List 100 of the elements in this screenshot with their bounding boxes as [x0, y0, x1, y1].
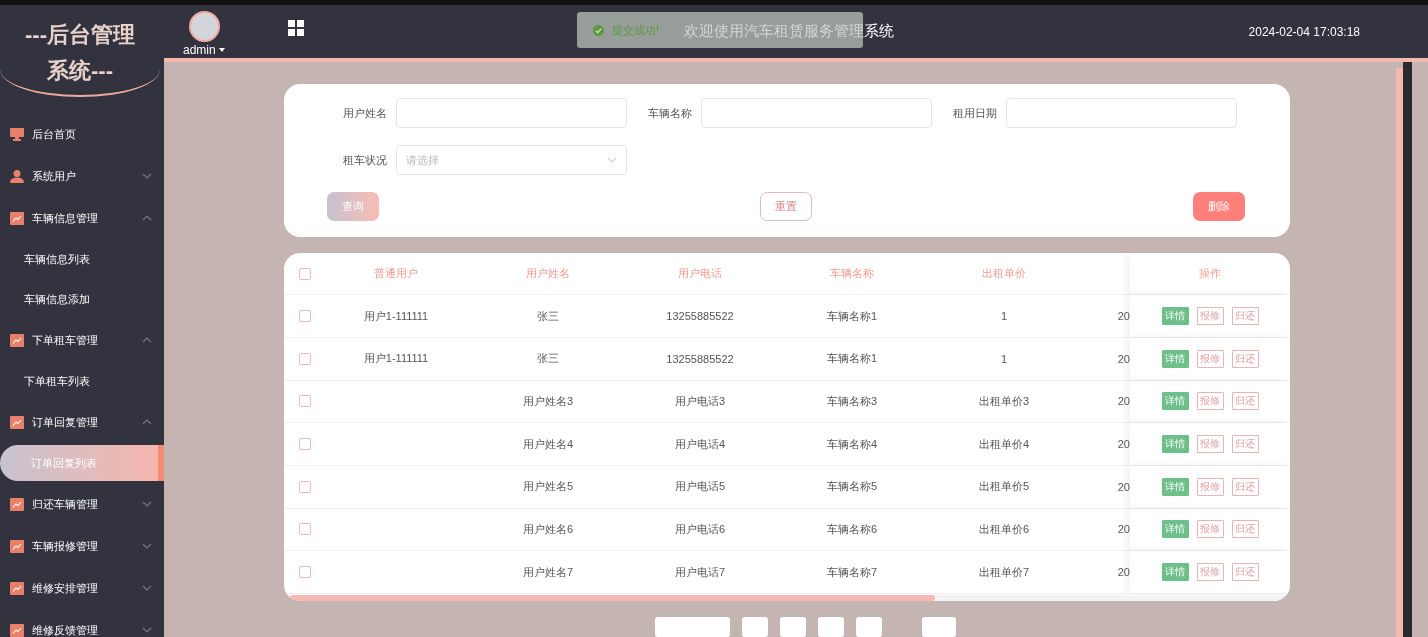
checkbox[interactable] [299, 352, 311, 365]
details-button[interactable]: 详情 [1161, 477, 1189, 496]
table-cell: 13255885522 [666, 352, 734, 365]
chart-icon [10, 581, 24, 595]
chevron-down-icon [607, 157, 617, 163]
checkbox[interactable] [299, 395, 311, 408]
table-cell: 20 [1117, 352, 1130, 365]
input-field[interactable] [701, 98, 932, 128]
table-cell: 20 [1117, 438, 1130, 451]
return-button[interactable]: 归还 [1231, 392, 1259, 411]
table-cell: 用户姓名6 [522, 523, 574, 535]
page-size-select[interactable] [655, 617, 730, 637]
sidebar-subitem[interactable]: 车辆信息列表 [0, 239, 164, 279]
field-label: 用户姓名 [342, 105, 387, 121]
table-cell: 20 [1117, 310, 1130, 323]
sidebar-subitem[interactable]: 订单回复列表 [0, 445, 164, 481]
sidebar-subitem[interactable]: 下单租车列表 [0, 361, 164, 401]
return-button[interactable]: 归还 [1231, 349, 1259, 368]
input-field[interactable] [396, 98, 627, 128]
table-cell: 20 [1117, 395, 1130, 408]
repair-button[interactable]: 报修 [1196, 349, 1224, 368]
details-button[interactable]: 详情 [1161, 435, 1189, 454]
sidebar-item[interactable]: 归还车辆管理 [0, 483, 164, 525]
checkbox[interactable] [299, 310, 311, 323]
repair-button[interactable]: 报修 [1196, 520, 1224, 539]
return-button[interactable]: 归还 [1231, 307, 1259, 326]
table-cell: 车辆名称3 [826, 394, 878, 407]
input-field[interactable] [1006, 98, 1237, 128]
sidebar-item[interactable]: 后台首页 [0, 113, 164, 155]
table-cell: 车辆名称4 [826, 437, 878, 450]
table-cell: 用户1-111111 [363, 352, 429, 365]
grid-icon[interactable] [288, 19, 304, 36]
page-button[interactable] [818, 617, 844, 637]
caret-icon [219, 48, 225, 53]
table-cell: 用户电话3 [674, 394, 726, 407]
repair-button[interactable]: 报修 [1196, 563, 1224, 582]
return-button[interactable]: 归还 [1231, 477, 1259, 496]
user-menu[interactable]: admin [183, 42, 225, 57]
table-cell: 20 [1117, 523, 1130, 536]
monitor-icon [10, 127, 24, 141]
table-cell: 车辆名称1 [826, 352, 878, 365]
column-header: 用户电话 [677, 266, 723, 282]
scrollbar-thumb[interactable] [1396, 68, 1403, 637]
table-cell: 出租单价5 [978, 480, 1030, 493]
checkbox[interactable] [299, 267, 311, 280]
select-field[interactable]: 请选择 [396, 145, 627, 175]
checkbox[interactable] [299, 523, 311, 536]
table-cell: 出租单价6 [978, 523, 1030, 535]
return-button[interactable]: 归还 [1231, 520, 1259, 539]
field-label: 租车状况 [342, 152, 387, 168]
column-header: 用户姓名 [525, 266, 571, 282]
table-cell: 出租单价7 [978, 565, 1030, 578]
return-button[interactable]: 归还 [1231, 563, 1259, 582]
chart-icon [10, 539, 24, 553]
table-cell: 出租单价4 [978, 437, 1030, 450]
table-cell: 张三 [537, 309, 559, 322]
details-button[interactable]: 详情 [1161, 349, 1189, 368]
chart-icon [10, 497, 24, 511]
table-cell: 用户姓名4 [522, 437, 574, 450]
page-jump-field[interactable] [922, 617, 956, 637]
sidebar-item[interactable]: 维修安排管理 [0, 567, 164, 609]
sidebar-item[interactable]: 系统用户 [0, 155, 164, 197]
table-cell: 用户1-111111 [363, 309, 429, 322]
table-cell: 13255885522 [666, 310, 734, 323]
column-header: 操作 [1130, 253, 1290, 295]
field-label: 租用日期 [952, 105, 997, 121]
sidebar-item[interactable]: 下单租车管理 [0, 319, 164, 361]
scrollbar-thumb[interactable] [290, 595, 935, 601]
checkbox[interactable] [299, 566, 311, 579]
details-button[interactable]: 详情 [1161, 563, 1189, 582]
page-button[interactable] [742, 617, 768, 637]
delete-button[interactable]: 删除 [1193, 192, 1245, 221]
table-cell: 20 [1117, 566, 1130, 579]
sidebar-item[interactable]: 车辆报修管理 [0, 525, 164, 567]
return-button[interactable]: 归还 [1231, 435, 1259, 454]
sidebar-item[interactable]: 订单回复管理 [0, 401, 164, 443]
details-button[interactable]: 详情 [1161, 307, 1189, 326]
field-label: 车辆名称 [647, 105, 692, 121]
table-cell: 20 [1117, 480, 1130, 493]
table-cell: 出租单价3 [978, 394, 1030, 407]
query-button[interactable]: 查询 [327, 192, 379, 221]
repair-button[interactable]: 报修 [1196, 435, 1224, 454]
repair-button[interactable]: 报修 [1196, 307, 1224, 326]
table-cell: 张三 [537, 352, 559, 365]
avatar[interactable] [188, 10, 220, 42]
details-button[interactable]: 详情 [1161, 520, 1189, 539]
checkbox[interactable] [299, 438, 311, 451]
checkbox[interactable] [299, 480, 311, 493]
page-button[interactable] [780, 617, 806, 637]
repair-button[interactable]: 报修 [1196, 392, 1224, 411]
repair-button[interactable]: 报修 [1196, 477, 1224, 496]
table-cell: 车辆名称7 [826, 565, 878, 578]
page-button[interactable] [856, 617, 882, 637]
table-cell: 1 [1000, 352, 1008, 365]
details-button[interactable]: 详情 [1161, 392, 1189, 411]
sidebar-item[interactable]: 维修反馈管理 [0, 609, 164, 637]
sidebar-subitem[interactable]: 车辆信息添加 [0, 279, 164, 319]
logo-title: ---后台管理系统--- [0, 5, 160, 97]
reset-button[interactable]: 重置 [760, 192, 812, 221]
sidebar-item[interactable]: 车辆信息管理 [0, 197, 164, 239]
